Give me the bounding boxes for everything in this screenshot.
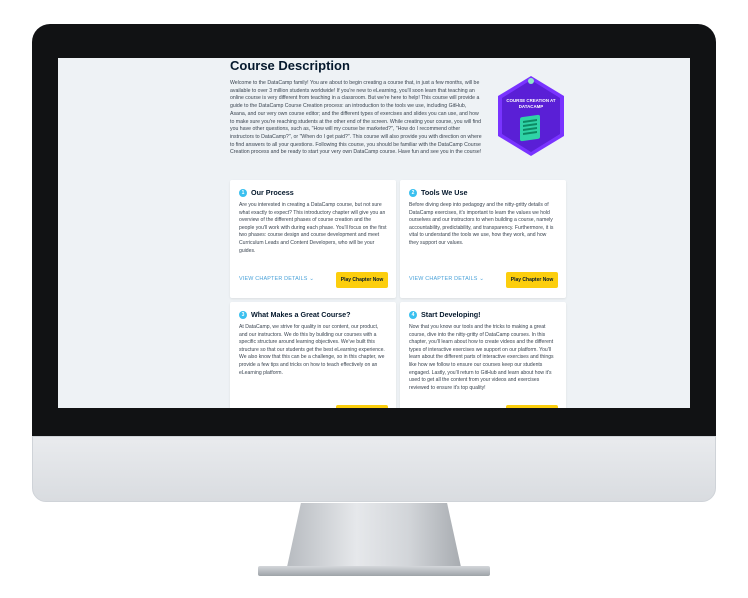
badge-dot-icon	[528, 78, 534, 84]
screen: Course Description Welcome to the DataCa…	[58, 58, 690, 408]
chapter-title-4: 4 Start Developing!	[409, 310, 481, 319]
play-chapter-button-partial[interactable]	[506, 405, 558, 408]
play-chapter-button[interactable]: Play Chapter Now	[336, 272, 388, 288]
chapter-title-3: 3 What Makes a Great Course?	[239, 310, 350, 319]
chevron-down-icon: ⌄	[309, 276, 315, 282]
book-icon	[520, 114, 540, 142]
chapter-description: Now that you know our tools and the tric…	[409, 324, 554, 391]
monitor-chin	[32, 436, 716, 502]
chapter-description: Before diving deep into pedagogy and the…	[409, 202, 554, 246]
chapter-card-2: 2 Tools We Use Before diving deep into p…	[400, 180, 566, 298]
chapter-number-icon: 2	[409, 188, 417, 197]
chapter-number-icon: 4	[409, 310, 417, 319]
course-badge: COURSE CREATION AT DATACAMP	[498, 76, 564, 156]
chevron-down-icon: ⌄	[479, 276, 485, 282]
chapter-title-2: 2 Tools We Use	[409, 188, 467, 197]
chapter-title-1: 1 Our Process	[239, 188, 294, 197]
chapter-number-icon: 1	[239, 188, 247, 197]
page-title: Course Description	[230, 58, 350, 73]
monitor-bezel: Course Description Welcome to the DataCa…	[32, 24, 716, 436]
view-chapter-details-link[interactable]: VIEW CHAPTER DETAILS ⌄	[239, 276, 314, 282]
view-chapter-details-link[interactable]: VIEW CHAPTER DETAILS ⌄	[409, 276, 484, 282]
badge-label: COURSE CREATION AT DATACAMP	[506, 98, 556, 109]
play-chapter-button-partial[interactable]	[336, 405, 388, 408]
chapter-number-icon: 3	[239, 310, 247, 319]
chapter-card-1: 1 Our Process Are you interested in crea…	[230, 180, 396, 298]
course-intro-text: Welcome to the DataCamp family! You are …	[230, 80, 482, 156]
chapter-title-text: What Makes a Great Course?	[251, 310, 351, 319]
chapter-title-text: Tools We Use	[421, 188, 468, 197]
chapter-card-3: 3 What Makes a Great Course? At DataCamp…	[230, 302, 396, 408]
play-chapter-button[interactable]: Play Chapter Now	[506, 272, 558, 288]
monitor-stand-base	[258, 566, 490, 576]
chapter-title-text: Start Developing!	[421, 310, 481, 319]
chapter-description: At DataCamp, we strive for quality in ou…	[239, 324, 385, 376]
chapter-title-text: Our Process	[251, 188, 294, 197]
chapter-description: Are you interested in creating a DataCam…	[239, 202, 387, 254]
monitor-stand	[287, 503, 461, 567]
chapter-card-4: 4 Start Developing! Now that you know ou…	[400, 302, 566, 408]
monitor: Course Description Welcome to the DataCa…	[32, 24, 716, 502]
